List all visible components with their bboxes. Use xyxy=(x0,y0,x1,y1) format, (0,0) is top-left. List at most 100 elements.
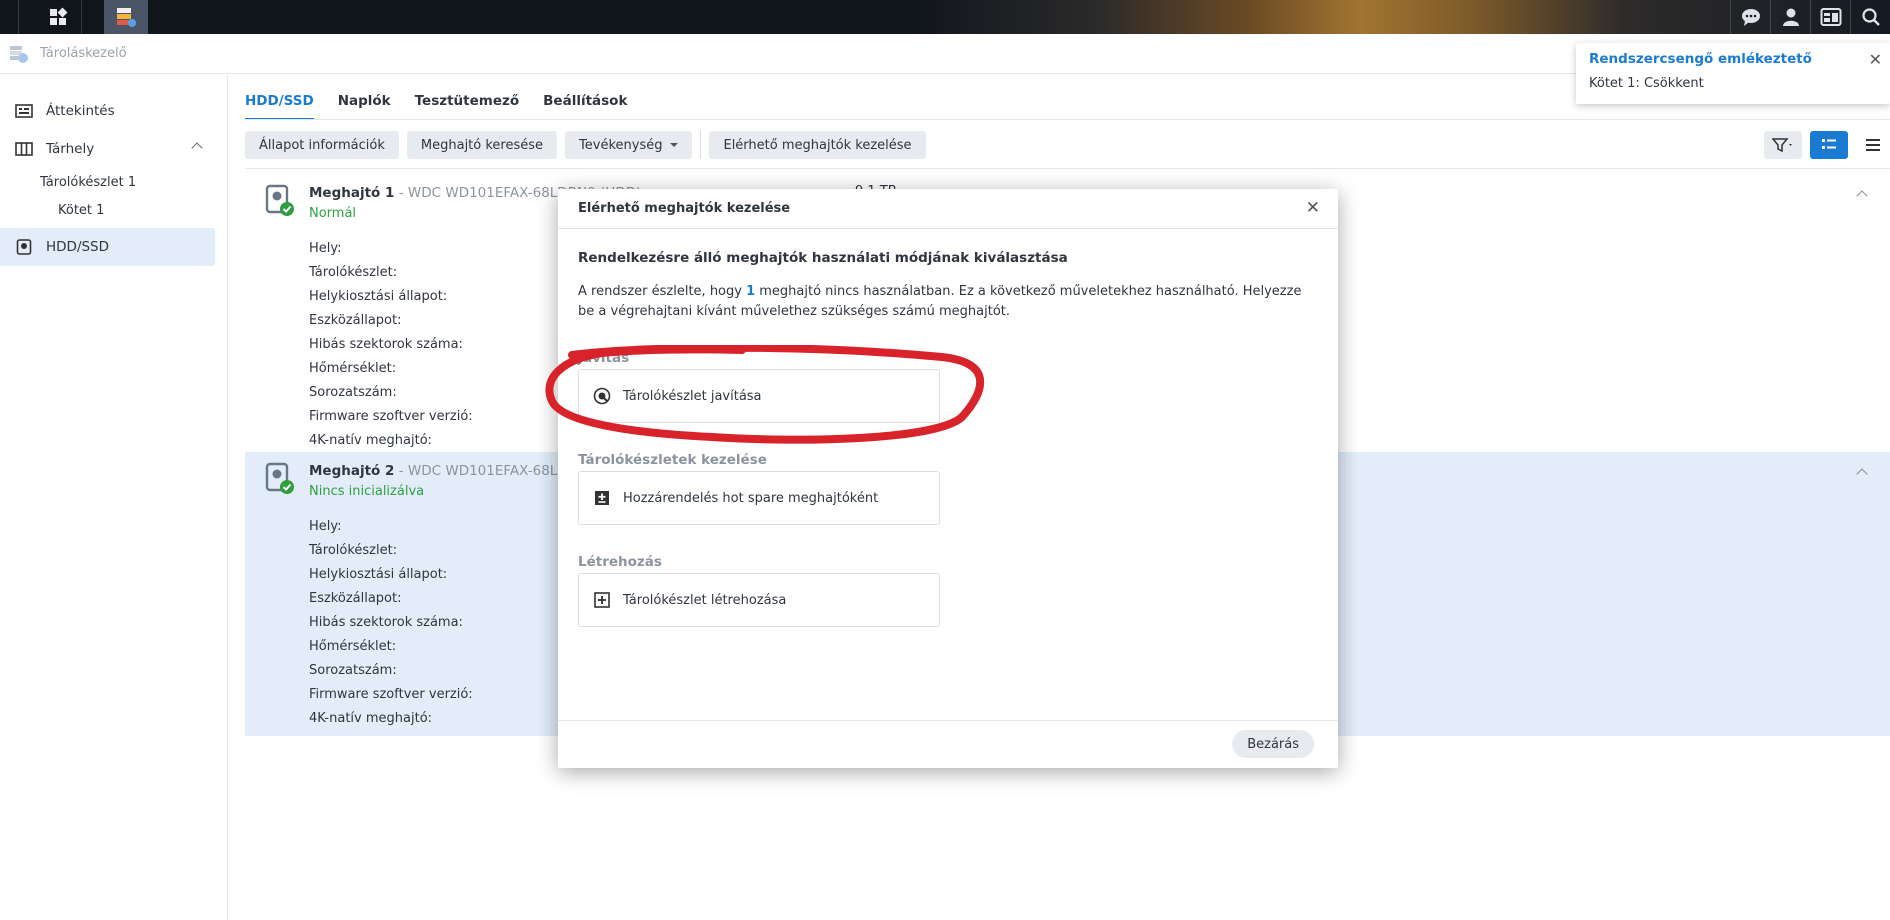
field-bad-sectors: Hibás szektorok száma: xyxy=(309,336,463,352)
sidebar-item-label: HDD/SSD xyxy=(46,239,110,255)
filter-icon xyxy=(1772,138,1792,152)
hdd-ok-icon xyxy=(265,462,294,494)
sidebar-item-label: Áttekintés xyxy=(46,103,115,119)
search-icon xyxy=(1861,8,1880,26)
create-pool-option[interactable]: Tárolókészlet létrehozása xyxy=(578,573,940,627)
close-icon[interactable]: ✕ xyxy=(1869,50,1882,69)
unused-drive-count: 1 xyxy=(746,284,756,299)
taskbar xyxy=(0,0,1890,34)
field-bad-sectors: Hibás szektorok száma: xyxy=(309,614,463,630)
section-label-manage-pools: Tárolókészletek kezelése xyxy=(578,452,767,468)
sidebar-item-overview[interactable]: Áttekintés xyxy=(0,92,227,130)
storage-icon xyxy=(14,141,34,157)
sidebar-item-label: Kötet 1 xyxy=(58,202,105,218)
field-storage-pool: Tárolókészlet: xyxy=(309,542,398,558)
sidebar: Áttekintés Tárhely Tárolókészlet 1 Kötet… xyxy=(0,75,228,920)
chevron-up-icon[interactable] xyxy=(191,142,203,154)
search-button[interactable] xyxy=(1850,0,1890,34)
manage-available-drives-button[interactable]: Elérhető meghajtók kezelése xyxy=(709,131,926,159)
field-temperature: Hőmérséklet: xyxy=(309,360,397,376)
tab-settings[interactable]: Beállítások xyxy=(543,93,627,120)
tab-logs[interactable]: Naplók xyxy=(338,93,391,120)
notification-title: Rendszercsengő emlékeztető xyxy=(1589,51,1812,67)
sidebar-item-label: Tárolókészlet 1 xyxy=(40,174,137,190)
storage-manager-logo-icon xyxy=(10,45,28,63)
field-allocation-status: Helykiosztási állapot: xyxy=(309,566,448,582)
detail-list-icon xyxy=(1822,139,1836,149)
option-label: Hozzárendelés hot spare meghajtóként xyxy=(623,490,879,506)
storage-manager-taskbar-button[interactable] xyxy=(104,0,148,34)
field-health-status: Eszközállapot: xyxy=(309,590,402,606)
collapse-chevron-icon[interactable] xyxy=(1856,190,1868,202)
drive-field-list: Hely: Tárolókészlet: Helykiosztási állap… xyxy=(309,236,473,452)
desc-text: A rendszer észlelte, hogy xyxy=(578,284,747,299)
window-title: Tároláskezelő xyxy=(40,46,127,61)
filter-button[interactable] xyxy=(1764,131,1802,159)
close-button[interactable]: Bezárás xyxy=(1232,730,1314,758)
repair-pool-option[interactable]: Tárolókészlet javítása xyxy=(578,369,940,423)
tab-test-scheduler[interactable]: Tesztütemező xyxy=(415,93,520,120)
field-location: Hely: xyxy=(309,518,342,534)
storage-manager-icon xyxy=(117,8,136,27)
dialog-description: A rendszer észlelte, hogy 1 meghajtó nin… xyxy=(578,282,1318,322)
drive-status: Normál xyxy=(309,206,357,221)
toolbar-divider xyxy=(700,131,702,159)
sidebar-item-hdd-ssd[interactable]: HDD/SSD xyxy=(0,228,215,266)
view-switcher xyxy=(1756,131,1890,159)
dialog-subtitle: Rendelkezésre álló meghajtók használati … xyxy=(578,250,1068,266)
action-label: Tevékenység xyxy=(579,137,663,153)
main-menu-button[interactable] xyxy=(34,0,82,34)
chat-icon xyxy=(1741,9,1760,26)
field-storage-pool: Tárolókészlet: xyxy=(309,264,398,280)
list-view-button[interactable] xyxy=(1810,131,1848,159)
tab-hdd-ssd[interactable]: HDD/SSD xyxy=(245,93,314,120)
notification-toast[interactable]: Rendszercsengő emlékeztető Kötet 1: Csök… xyxy=(1576,43,1890,104)
field-temperature: Hőmérséklet: xyxy=(309,638,397,654)
sidebar-item-label: Tárhely xyxy=(46,141,95,157)
caret-down-icon xyxy=(670,143,679,147)
status-info-button[interactable]: Állapot információk xyxy=(245,131,399,159)
dialog-footer: Bezárás xyxy=(558,720,1338,768)
compact-view-button[interactable] xyxy=(1856,131,1890,159)
drive-status: Nincs inicializálva xyxy=(309,484,425,499)
drive-field-list: Hely: Tárolókészlet: Helykiosztási állap… xyxy=(309,514,473,730)
collapse-chevron-icon[interactable] xyxy=(1856,468,1868,480)
widgets-icon xyxy=(1820,8,1841,26)
drive-name: Meghajtó 1 xyxy=(309,185,395,201)
menu-lines-icon xyxy=(1866,139,1880,151)
find-drive-button[interactable]: Meghajtó keresése xyxy=(406,131,558,159)
section-label-repair: Javítás xyxy=(578,350,630,366)
chat-button[interactable] xyxy=(1730,0,1770,34)
sidebar-item-volume-1[interactable]: Kötet 1 xyxy=(0,196,227,224)
section-label-create: Létrehozás xyxy=(578,554,662,570)
field-health-status: Eszközállapot: xyxy=(309,312,402,328)
sidebar-item-storage[interactable]: Tárhely xyxy=(0,130,227,168)
drive-model: - WDC WD101EFAX-68LD xyxy=(394,463,568,479)
toolbar: Állapot információk Meghajtó keresése Te… xyxy=(245,131,934,159)
field-serial: Sorozatszám: xyxy=(309,662,397,678)
manage-drives-dialog: Elérhető meghajtók kezelése ✕ Rendelkezé… xyxy=(558,189,1338,768)
assign-hot-spare-option[interactable]: Hozzárendelés hot spare meghajtóként xyxy=(578,471,940,525)
grid-icon xyxy=(49,7,67,25)
option-label: Tárolókészlet létrehozása xyxy=(623,592,787,608)
hdd-ok-icon xyxy=(265,184,294,216)
field-serial: Sorozatszám: xyxy=(309,384,397,400)
tab-divider xyxy=(245,119,1890,120)
drive-name: Meghajtó 2 xyxy=(309,463,395,479)
add-square-icon xyxy=(593,591,611,609)
field-location: Hely: xyxy=(309,240,342,256)
toolbar-divider-line xyxy=(245,168,1890,169)
repair-icon xyxy=(593,387,611,405)
taskbar-tray xyxy=(1730,0,1890,34)
widgets-button[interactable] xyxy=(1810,0,1850,34)
close-icon[interactable]: ✕ xyxy=(1306,198,1320,218)
field-firmware: Firmware szoftver verzió: xyxy=(309,686,473,702)
sidebar-item-storage-pool-1[interactable]: Tárolókészlet 1 xyxy=(0,168,227,196)
action-dropdown-button[interactable]: Tevékenység xyxy=(565,131,693,159)
field-4k-native: 4K-natív meghajtó: xyxy=(309,432,433,448)
overview-icon xyxy=(14,103,34,119)
user-button[interactable] xyxy=(1770,0,1810,34)
option-label: Tárolókészlet javítása xyxy=(623,388,762,404)
notification-body: Kötet 1: Csökkent xyxy=(1589,76,1704,91)
user-icon xyxy=(1782,8,1799,26)
